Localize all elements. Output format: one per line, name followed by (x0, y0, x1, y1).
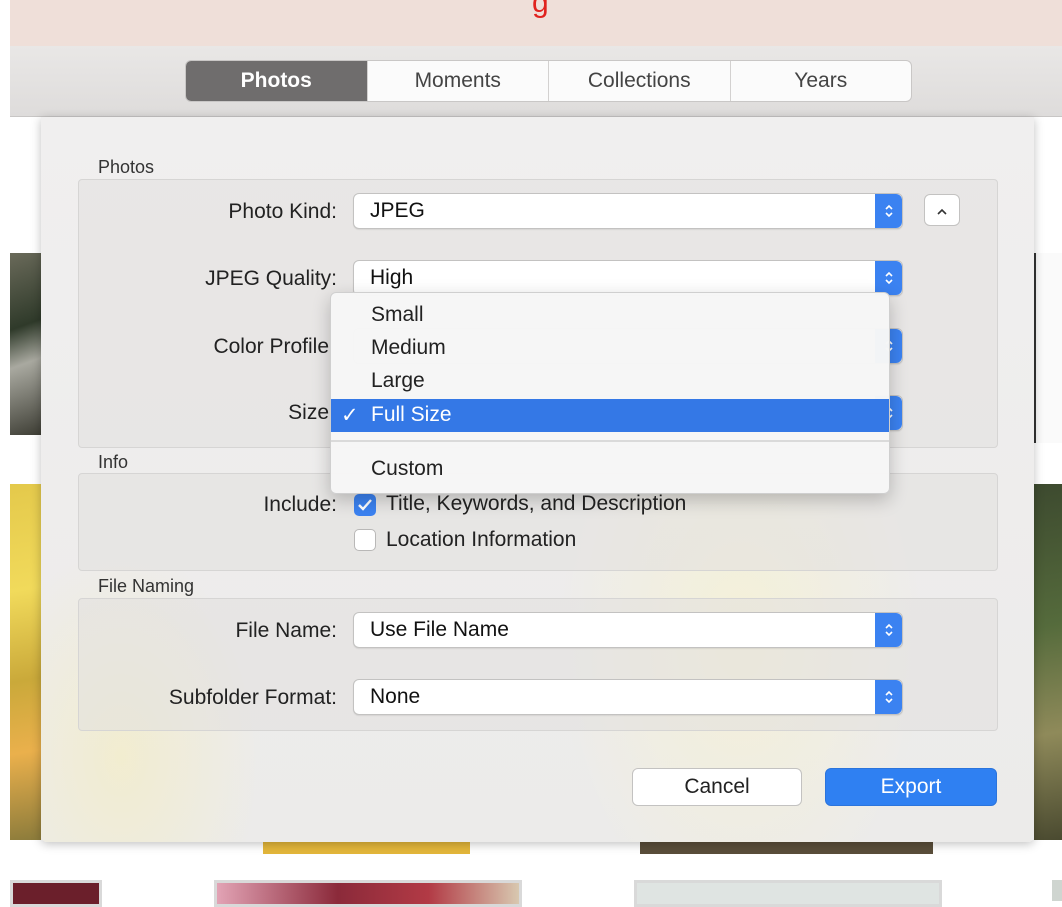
partial-title-glyph: g (532, 0, 549, 19)
collapse-details-button[interactable] (924, 194, 960, 226)
location-info-checkbox[interactable] (354, 529, 376, 551)
jpeg-quality-value: High (370, 266, 414, 289)
photo-thumbnail[interactable] (10, 253, 41, 435)
color-profile-label: Color Profile (213, 335, 329, 358)
photo-kind-popup[interactable]: JPEG (353, 193, 903, 229)
title-keywords-checkbox[interactable] (354, 494, 376, 516)
tab-years[interactable]: Years (731, 61, 912, 101)
menu-item-small[interactable]: Small (331, 299, 889, 332)
photo-thumbnail[interactable] (634, 880, 942, 907)
menu-item-large[interactable]: Large (331, 365, 889, 398)
chevron-updown-icon (875, 261, 902, 295)
export-button[interactable]: Export (825, 768, 997, 806)
photo-thumbnail[interactable] (1034, 253, 1062, 443)
chevron-updown-icon (875, 613, 902, 647)
chevron-updown-icon (875, 194, 902, 228)
photo-thumbnail[interactable] (10, 880, 102, 907)
location-info-label[interactable]: Location Information (386, 528, 576, 552)
photo-thumbnail[interactable] (10, 484, 41, 840)
cancel-button[interactable]: Cancel (632, 768, 802, 806)
toolbar: Photos Moments Collections Years (10, 46, 1062, 117)
photo-thumbnail[interactable] (640, 840, 933, 854)
photo-thumbnail[interactable] (214, 880, 522, 907)
view-segmented-control: Photos Moments Collections Years (185, 60, 912, 102)
size-dropdown-menu: Small Medium Large ✓ Full Size Custom (330, 292, 890, 494)
title-keywords-label[interactable]: Title, Keywords, and Description (386, 492, 686, 516)
tab-photos[interactable]: Photos (186, 61, 368, 101)
photo-thumbnail[interactable] (1052, 880, 1062, 901)
include-label: Include: (263, 493, 337, 516)
photo-kind-label: Photo Kind: (228, 200, 337, 223)
photo-thumbnail[interactable] (263, 840, 470, 854)
file-name-label: File Name: (235, 619, 337, 642)
subfolder-format-popup[interactable]: None (353, 679, 903, 715)
jpeg-quality-popup[interactable]: High (353, 260, 903, 296)
photos-section-title: Photos (98, 157, 155, 177)
file-name-value: Use File Name (370, 618, 509, 641)
tab-moments[interactable]: Moments (368, 61, 549, 101)
subfolder-format-value: None (370, 685, 421, 708)
subfolder-format-label: Subfolder Format: (168, 686, 337, 709)
jpeg-quality-label: JPEG Quality: (205, 267, 337, 290)
menu-item-medium[interactable]: Medium (331, 332, 889, 365)
size-label: Size (288, 401, 329, 424)
chevron-updown-icon (875, 680, 902, 714)
window-top-strip: g (10, 0, 1062, 46)
photo-kind-value: JPEG (370, 199, 425, 222)
menu-item-custom[interactable]: Custom (331, 453, 889, 486)
chevron-up-icon (936, 204, 948, 222)
tab-collections[interactable]: Collections (549, 61, 731, 101)
checkmark-icon: ✓ (341, 404, 359, 427)
file-naming-section-title: File Naming (98, 576, 195, 596)
info-section-title: Info (98, 452, 129, 472)
menu-separator (331, 440, 889, 442)
menu-item-full-size[interactable]: ✓ Full Size (331, 399, 889, 432)
checkmark-icon (358, 499, 372, 511)
file-name-popup[interactable]: Use File Name (353, 612, 903, 648)
photo-thumbnail[interactable] (1034, 484, 1062, 840)
